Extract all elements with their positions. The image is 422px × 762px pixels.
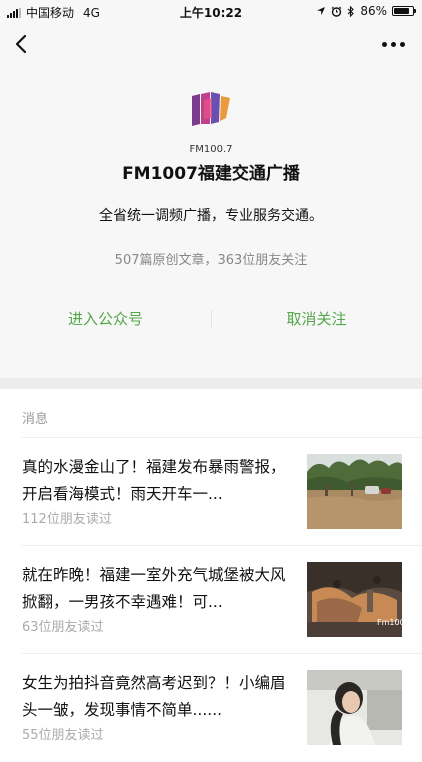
messages-section-title: 消息 <box>22 412 49 427</box>
article-item[interactable]: 女生为拍抖音竟然高考迟到？！小编眉头一皱，发现事情不简单...... 55位朋友… <box>0 654 422 762</box>
account-name: FM1007福建交通广播 <box>122 164 300 184</box>
student-photo-image <box>307 670 402 745</box>
account-logo: FM100.7 <box>186 88 236 155</box>
more-dot-icon <box>399 41 405 47</box>
back-chevron-icon[interactable] <box>10 32 34 56</box>
article-read-count: 112位朋友读过 <box>22 512 112 527</box>
more-dot-icon <box>381 41 387 47</box>
enter-account-button[interactable]: 进入公众号 <box>0 308 211 329</box>
section-gap <box>0 378 422 389</box>
account-profile: FM100.7 FM1007福建交通广播 全省统一调频广播，专业服务交通。 50… <box>0 68 422 378</box>
fm-logo-icon <box>192 92 230 126</box>
more-dot-icon <box>390 41 396 47</box>
alarm-icon <box>331 6 342 17</box>
article-read-count: 63位朋友读过 <box>22 620 104 635</box>
logo-text: FM100.7 <box>189 144 233 155</box>
battery-fill <box>394 8 409 14</box>
account-actions: 进入公众号 取消关注 <box>0 308 422 332</box>
article-read-count: 55位朋友读过 <box>22 728 104 743</box>
battery-icon <box>392 6 416 16</box>
article-thumbnail: Fm100 <box>307 562 402 637</box>
battery-percent: 86% <box>360 4 387 18</box>
article-thumbnail <box>307 454 402 529</box>
flooded-street-image <box>307 454 402 529</box>
status-right: 86% <box>316 4 416 18</box>
article-title: 真的水漫金山了！福建发布暴雨警报，开启看海模式！雨天开车一... <box>22 458 286 503</box>
status-bar: 中国移动 4G 上午10:22 86% <box>0 0 422 22</box>
unfollow-button[interactable]: 取消关注 <box>211 308 422 329</box>
article-thumbnail <box>307 670 402 745</box>
article-item[interactable]: 真的水漫金山了！福建发布暴雨警报，开启看海模式！雨天开车一... 112位朋友读… <box>0 438 422 546</box>
account-description: 全省统一调频广播，专业服务交通。 <box>99 208 323 224</box>
account-stats: 507篇原创文章，363位朋友关注 <box>114 253 308 268</box>
article-item[interactable]: 就在昨晚！福建一室外充气城堡被大风掀翻，一男孩不幸遇难！可... 63位朋友读过… <box>0 546 422 654</box>
nav-bar <box>0 22 422 68</box>
thumbnail-watermark: Fm100 <box>377 618 402 627</box>
location-arrow-icon <box>317 7 326 15</box>
more-options-button[interactable] <box>378 36 408 52</box>
article-title: 就在昨晚！福建一室外充气城堡被大风掀翻，一男孩不幸遇难！可... <box>22 566 286 611</box>
collapsed-bouncy-castle-image: Fm100 <box>307 562 402 637</box>
article-title: 女生为拍抖音竟然高考迟到？！小编眉头一皱，发现事情不简单...... <box>22 674 286 719</box>
bluetooth-icon <box>347 5 355 17</box>
